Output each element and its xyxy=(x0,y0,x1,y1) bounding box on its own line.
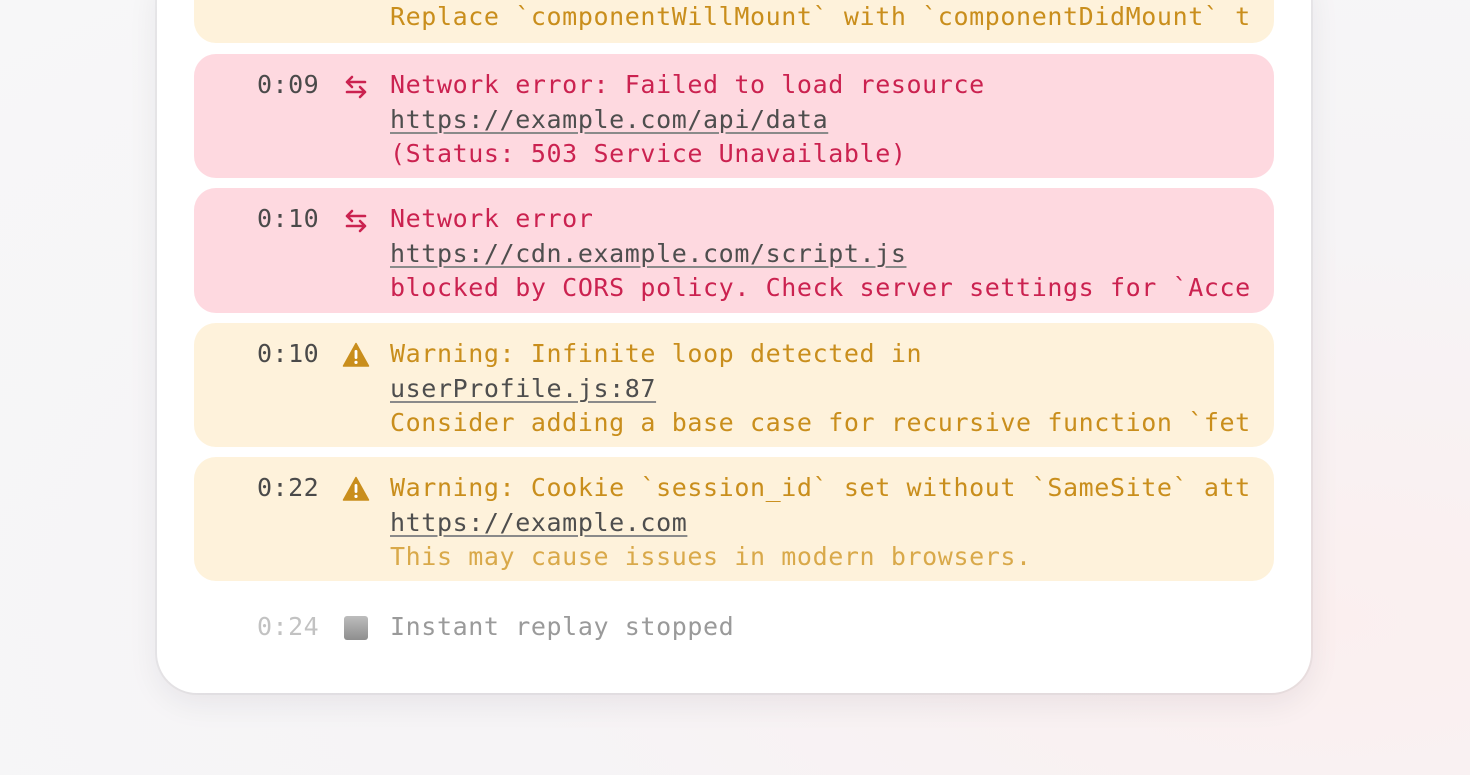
warning-triangle-icon xyxy=(342,342,370,367)
log-detail: blocked by CORS policy. Check server set… xyxy=(390,273,1251,302)
log-entry-status[interactable]: 0:24 Instant replay stopped xyxy=(194,596,1274,656)
log-entry-warning[interactable]: 0:10 Warning: Infinite loop detected in … xyxy=(194,323,1274,447)
warning-triangle-icon xyxy=(342,476,370,501)
log-timestamp: 0:24 xyxy=(257,612,320,641)
log-message: Replace `componentWillMount` with `compo… xyxy=(390,2,1251,31)
log-source-link[interactable]: https://cdn.example.com/script.js xyxy=(390,237,1251,272)
network-arrows-icon xyxy=(345,209,367,233)
log-entry-error[interactable]: 0:10 Network error https://cdn.example.c… xyxy=(194,188,1274,313)
log-message: Network error: Failed to load resource xyxy=(390,70,985,99)
network-arrows-icon xyxy=(345,75,367,99)
log-message: Instant replay stopped xyxy=(390,612,735,641)
log-source-link[interactable]: https://example.com/api/data xyxy=(390,103,985,138)
log-timestamp: 0:10 xyxy=(257,204,320,233)
log-entry-warning[interactable]: Replace `componentWillMount` with `compo… xyxy=(194,0,1274,43)
log-timestamp: 0:22 xyxy=(257,473,320,502)
log-detail: (Status: 503 Service Unavailable) xyxy=(390,139,907,168)
log-timestamp: 0:09 xyxy=(257,70,320,99)
log-source-link[interactable]: userProfile.js:87 xyxy=(390,372,1251,407)
log-source-link[interactable]: https://example.com xyxy=(390,506,1251,541)
log-entry-error[interactable]: 0:09 Network error: Failed to load resou… xyxy=(194,54,1274,178)
log-message: Warning: Cookie `session_id` set without… xyxy=(390,473,1251,502)
log-detail: This may cause issues in modern browsers… xyxy=(390,542,1032,571)
log-message: Warning: Infinite loop detected in xyxy=(390,339,923,368)
log-timestamp: 0:10 xyxy=(257,339,320,368)
log-message: Network error xyxy=(390,204,594,233)
log-detail: Consider adding a base case for recursiv… xyxy=(390,408,1251,437)
log-entry-warning[interactable]: 0:22 Warning: Cookie `session_id` set wi… xyxy=(194,457,1274,581)
stop-square-icon xyxy=(344,616,368,640)
console-panel: Replace `componentWillMount` with `compo… xyxy=(157,0,1311,693)
screen: Replace `componentWillMount` with `compo… xyxy=(0,0,1470,775)
